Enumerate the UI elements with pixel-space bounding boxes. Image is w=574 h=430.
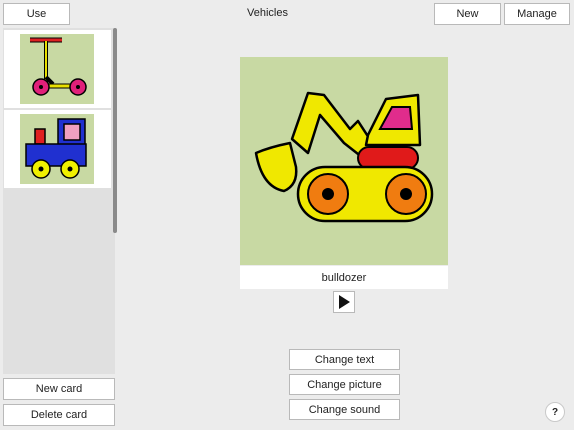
- play-sound-button[interactable]: [333, 291, 355, 313]
- help-button[interactable]: ?: [545, 402, 565, 422]
- change-text-button[interactable]: Change text: [289, 349, 400, 370]
- new-card-button[interactable]: New card: [3, 378, 115, 400]
- change-sound-button[interactable]: Change sound: [289, 399, 400, 420]
- delete-card-button[interactable]: Delete card: [3, 404, 115, 426]
- change-picture-button[interactable]: Change picture: [289, 374, 400, 395]
- card-picture[interactable]: [240, 57, 448, 265]
- manage-button[interactable]: Manage: [504, 3, 570, 25]
- bulldozer-picture: [254, 91, 434, 223]
- train-picture: [20, 114, 94, 184]
- card-thumbnail-scooter[interactable]: [4, 30, 111, 108]
- card-caption[interactable]: bulldozer: [240, 266, 448, 289]
- play-icon: [339, 295, 350, 309]
- page-title: Vehicles: [247, 7, 288, 19]
- new-button[interactable]: New: [434, 3, 501, 25]
- card-list-scrollbar[interactable]: [113, 28, 117, 233]
- scooter-picture: [20, 34, 94, 104]
- card-thumbnail-train[interactable]: [4, 110, 111, 188]
- use-button[interactable]: Use: [3, 3, 70, 25]
- card-list[interactable]: [3, 28, 117, 374]
- top-bar: Use Vehicles New Manage: [0, 0, 574, 28]
